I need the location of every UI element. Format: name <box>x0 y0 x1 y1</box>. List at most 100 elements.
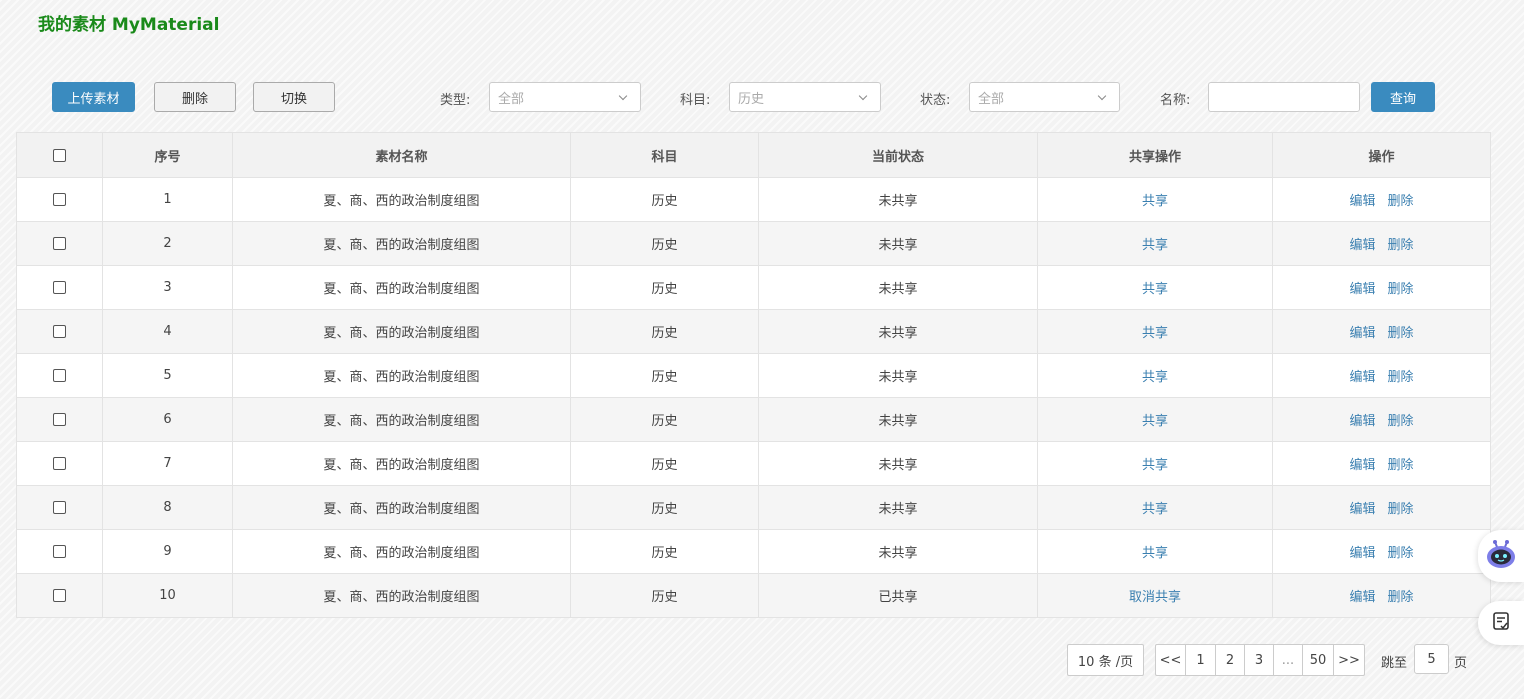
subject-select[interactable]: 历史 <box>729 82 881 112</box>
status-select-value: 全部 <box>978 91 1005 107</box>
edit-link[interactable]: 编辑 <box>1349 326 1375 341</box>
chevron-down-icon <box>1097 91 1107 101</box>
page-3-button[interactable]: 3 <box>1244 645 1273 675</box>
delete-link[interactable]: 删除 <box>1388 414 1414 429</box>
share-toggle-link[interactable]: 共享 <box>1142 194 1168 209</box>
row-subject: 历史 <box>570 309 759 354</box>
row-checkbox[interactable] <box>53 545 66 558</box>
row-status: 未共享 <box>758 177 1038 222</box>
row-status: 未共享 <box>758 309 1038 354</box>
share-toggle-link[interactable]: 共享 <box>1142 414 1168 429</box>
page-first-button[interactable]: << <box>1156 645 1185 675</box>
page-last-button[interactable]: >> <box>1333 645 1364 675</box>
row-subject: 历史 <box>570 485 759 530</box>
edit-link[interactable]: 编辑 <box>1349 590 1375 605</box>
delete-link[interactable]: 删除 <box>1388 194 1414 209</box>
query-button[interactable]: 查询 <box>1371 82 1435 112</box>
delete-link[interactable]: 删除 <box>1388 370 1414 385</box>
row-subject: 历史 <box>570 353 759 398</box>
edit-link[interactable]: 编辑 <box>1349 502 1375 517</box>
row-name: 夏、商、西的政治制度组图 <box>232 485 571 530</box>
edit-link[interactable]: 编辑 <box>1349 458 1375 473</box>
row-status: 未共享 <box>758 353 1038 398</box>
delete-link[interactable]: 删除 <box>1388 238 1414 253</box>
row-name: 夏、商、西的政治制度组图 <box>232 177 571 222</box>
row-checkbox[interactable] <box>53 237 66 250</box>
delete-link[interactable]: 删除 <box>1388 590 1414 605</box>
row-checkbox-cell <box>16 485 103 530</box>
share-toggle-link[interactable]: 共享 <box>1142 282 1168 297</box>
row-checkbox[interactable] <box>53 413 66 426</box>
row-status: 已共享 <box>758 573 1038 618</box>
row-name: 夏、商、西的政治制度组图 <box>232 265 571 310</box>
row-checkbox-cell <box>16 265 103 310</box>
name-filter-label: 名称: <box>1160 93 1191 108</box>
share-toggle-link[interactable]: 共享 <box>1142 546 1168 561</box>
row-share-cell: 取消共享 <box>1037 573 1273 618</box>
edit-link[interactable]: 编辑 <box>1349 238 1375 253</box>
status-select[interactable]: 全部 <box>969 82 1120 112</box>
row-share-cell: 共享 <box>1037 221 1273 266</box>
row-checkbox[interactable] <box>53 281 66 294</box>
name-input[interactable] <box>1208 82 1360 112</box>
row-checkbox[interactable] <box>53 501 66 514</box>
row-name: 夏、商、西的政治制度组图 <box>232 221 571 266</box>
edit-link[interactable]: 编辑 <box>1349 546 1375 561</box>
page-1-button[interactable]: 1 <box>1185 645 1215 675</box>
row-no: 6 <box>102 397 233 442</box>
row-checkbox[interactable] <box>53 369 66 382</box>
share-toggle-link[interactable]: 共享 <box>1142 458 1168 473</box>
row-checkbox-cell <box>16 441 103 486</box>
delete-link[interactable]: 删除 <box>1388 502 1414 517</box>
row-status: 未共享 <box>758 529 1038 574</box>
select-all-checkbox[interactable] <box>53 148 66 162</box>
assistant-widget[interactable] <box>1478 530 1524 582</box>
toolbar: 上传素材 删除 切换 类型: 全部 科目: 历史 状态: 全部 名称: 查询 <box>0 82 1524 112</box>
row-checkbox[interactable] <box>53 457 66 470</box>
delete-button[interactable]: 删除 <box>154 82 236 112</box>
subject-select-value: 历史 <box>738 91 765 107</box>
row-operations: 编辑 删除 <box>1272 265 1491 310</box>
edit-link[interactable]: 编辑 <box>1349 282 1375 297</box>
robot-assistant-icon <box>1485 539 1517 573</box>
notes-widget[interactable] <box>1478 601 1524 645</box>
share-toggle-link[interactable]: 共享 <box>1142 502 1168 517</box>
delete-link[interactable]: 删除 <box>1388 282 1414 297</box>
row-no: 4 <box>102 309 233 354</box>
page-2-button[interactable]: 2 <box>1215 645 1244 675</box>
row-operations: 编辑 删除 <box>1272 441 1491 486</box>
edit-link[interactable]: 编辑 <box>1349 370 1375 385</box>
page-size-select[interactable]: 10 条 /页 <box>1067 644 1144 676</box>
row-share-cell: 共享 <box>1037 353 1273 398</box>
share-toggle-link[interactable]: 取消共享 <box>1129 590 1181 605</box>
edit-link[interactable]: 编辑 <box>1349 194 1375 209</box>
row-name: 夏、商、西的政治制度组图 <box>232 573 571 618</box>
page-50-button[interactable]: 50 <box>1302 645 1333 675</box>
row-checkbox-cell <box>16 177 103 222</box>
share-toggle-link[interactable]: 共享 <box>1142 326 1168 341</box>
row-checkbox-cell <box>16 573 103 618</box>
upload-material-button[interactable]: 上传素材 <box>52 82 135 112</box>
row-checkbox[interactable] <box>53 325 66 338</box>
row-operations: 编辑 删除 <box>1272 573 1491 618</box>
row-no: 3 <box>102 265 233 310</box>
type-select[interactable]: 全部 <box>489 82 641 112</box>
row-name: 夏、商、西的政治制度组图 <box>232 353 571 398</box>
table-row: 7 夏、商、西的政治制度组图 历史 未共享 共享 编辑 删除 <box>16 441 1491 486</box>
edit-link[interactable]: 编辑 <box>1349 414 1375 429</box>
jump-page-input[interactable]: 5 <box>1414 644 1449 674</box>
row-checkbox[interactable] <box>53 589 66 602</box>
row-status: 未共享 <box>758 397 1038 442</box>
switch-button[interactable]: 切换 <box>253 82 335 112</box>
row-name: 夏、商、西的政治制度组图 <box>232 441 571 486</box>
header-share-action: 共享操作 <box>1037 132 1273 178</box>
row-operations: 编辑 删除 <box>1272 221 1491 266</box>
share-toggle-link[interactable]: 共享 <box>1142 238 1168 253</box>
delete-link[interactable]: 删除 <box>1388 546 1414 561</box>
row-no: 7 <box>102 441 233 486</box>
share-toggle-link[interactable]: 共享 <box>1142 370 1168 385</box>
row-checkbox[interactable] <box>53 193 66 206</box>
header-name: 素材名称 <box>232 132 571 178</box>
delete-link[interactable]: 删除 <box>1388 458 1414 473</box>
delete-link[interactable]: 删除 <box>1388 326 1414 341</box>
